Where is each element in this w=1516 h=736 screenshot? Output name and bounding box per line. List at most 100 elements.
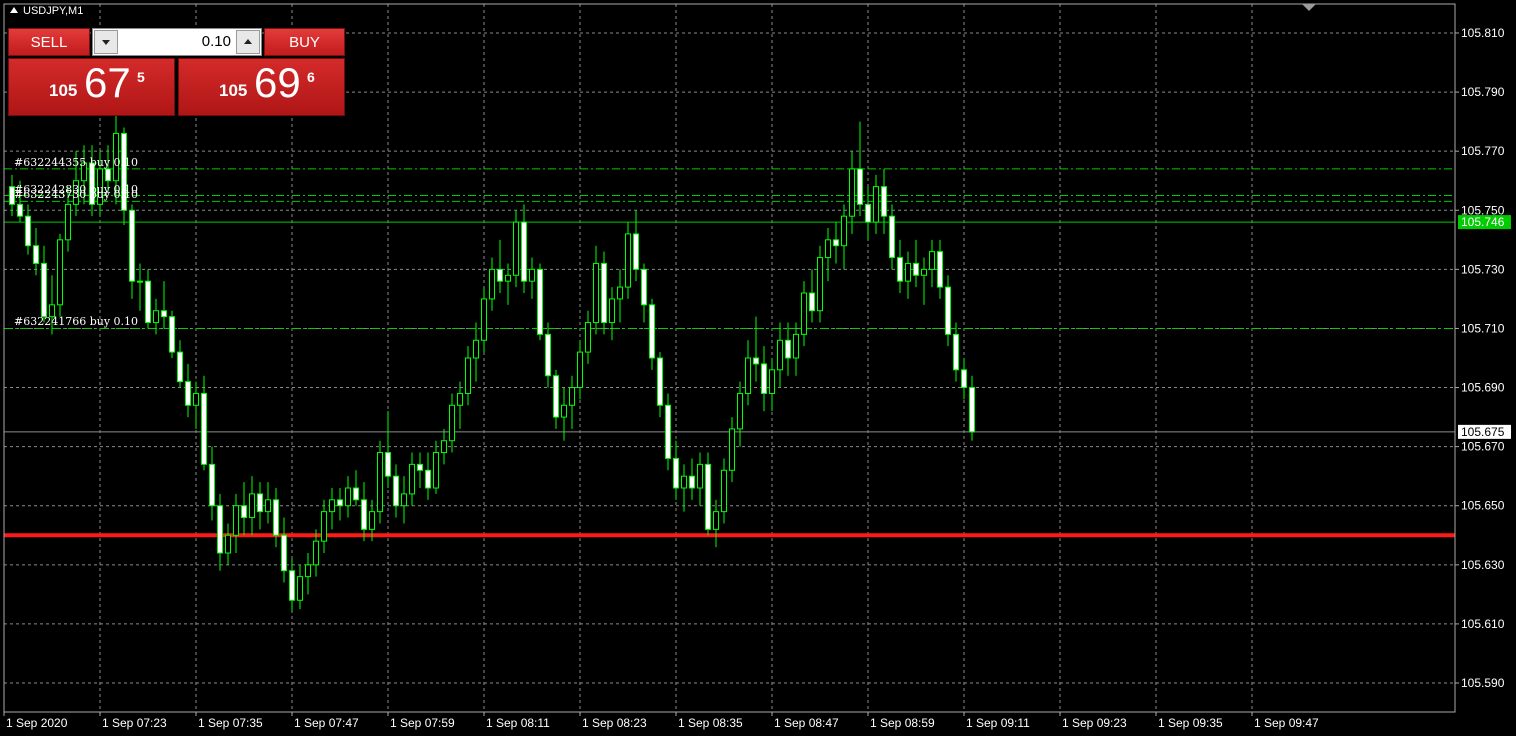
candle-body [233, 505, 239, 536]
lot-size-value[interactable]: 0.10 [202, 33, 231, 50]
candle-body [17, 203, 23, 217]
candle-body [729, 428, 735, 471]
candle-body [537, 268, 543, 335]
candle-body [873, 186, 879, 223]
sell-button[interactable]: SELL [8, 28, 90, 56]
one-click-trading-panel: SELL 0.10 BUY 105 67 5 105 69 6 [8, 28, 345, 116]
candle-body [337, 499, 343, 507]
bid-price-label: 105.675 [1461, 425, 1505, 439]
collapse-triangle-icon[interactable] [10, 7, 18, 13]
candle-body [641, 268, 647, 306]
candle-body [745, 357, 751, 394]
candle-body [809, 292, 815, 312]
candle-body [281, 534, 287, 572]
candle-body [601, 262, 607, 324]
candle-body [465, 357, 471, 394]
price-axis: 105.810105.790105.770105.750105.730105.7… [1455, 26, 1511, 690]
ask-price-prefix: 105 [219, 81, 248, 100]
candle-body [153, 310, 159, 324]
bid-price-prefix: 105 [49, 81, 78, 100]
candle-body [345, 487, 351, 507]
candle-body [457, 392, 463, 406]
candle-body [129, 209, 135, 282]
candle-body [889, 215, 895, 259]
candle-body [801, 292, 807, 335]
lot-increase-icon[interactable] [236, 30, 260, 54]
candle-body [417, 463, 423, 471]
candle-body [673, 457, 679, 489]
order-label[interactable]: #632243730 buy 0.10 [14, 188, 138, 201]
lot-size-stepper[interactable]: 0.10 [92, 28, 262, 56]
ask-price-button[interactable]: 105 69 6 [178, 58, 345, 116]
candle-body [737, 392, 743, 430]
candle-body [265, 499, 271, 513]
candle-body [353, 487, 359, 501]
candle-body [393, 475, 399, 507]
candle-body [105, 168, 111, 182]
candlesticks [9, 115, 975, 613]
candle-body [825, 239, 831, 259]
candle-body [881, 186, 887, 217]
candle-body [433, 452, 439, 489]
price-levels [4, 168, 1455, 538]
order-label[interactable]: #632241766 buy 0.10 [14, 315, 138, 328]
candle-body [705, 463, 711, 530]
candle-body [761, 363, 767, 394]
candle-body [273, 499, 279, 536]
x-tick-label: 1 Sep 09:11 [966, 716, 1030, 730]
order-label[interactable]: #632244355 buy 0.10 [14, 156, 138, 169]
candle-body [841, 215, 847, 247]
y-tick-label: 105.650 [1461, 499, 1505, 513]
symbol-title-text: USDJPY,M1 [23, 5, 84, 17]
candle-body [665, 404, 671, 459]
candle-body [385, 452, 391, 477]
y-tick-label: 105.730 [1461, 262, 1505, 276]
candle-body [305, 564, 311, 578]
candle-body [721, 469, 727, 513]
lot-decrease-icon[interactable] [94, 30, 118, 54]
candle-body [649, 304, 655, 359]
candle-body [41, 262, 47, 318]
candle-body [777, 339, 783, 371]
candle-body [569, 387, 575, 406]
candle-body [633, 233, 639, 270]
y-tick-label: 105.710 [1461, 321, 1505, 335]
candle-body [177, 351, 183, 383]
candle-body [793, 333, 799, 359]
x-tick-label: 1 Sep 08:47 [774, 716, 839, 730]
candle-body [449, 404, 455, 442]
x-tick-label: 1 Sep 09:35 [1158, 716, 1223, 730]
candle-body [585, 322, 591, 353]
x-tick-label: 1 Sep 07:47 [294, 716, 359, 730]
candle-body [33, 245, 39, 264]
buy-button[interactable]: BUY [264, 28, 345, 56]
candle-body [553, 375, 559, 418]
candle-body [489, 268, 495, 300]
candle-body [257, 493, 263, 513]
candle-body [961, 369, 967, 389]
bid-price-button[interactable]: 105 67 5 [8, 58, 175, 116]
candle-body [857, 168, 863, 205]
x-tick-label: 1 Sep 08:11 [486, 716, 550, 730]
candle-body [65, 203, 71, 241]
time-axis: 1 Sep 2020 1 Sep 07:23 1 Sep 07:35 1 Sep 07… [3, 712, 1319, 730]
x-tick-label: 1 Sep 09:47 [1254, 716, 1319, 730]
candle-body [905, 262, 911, 282]
candle-body [561, 404, 567, 418]
ask-price-label: 105.746 [1461, 215, 1505, 229]
x-tick-label: 1 Sep 2020 [6, 716, 68, 730]
y-tick-label: 105.610 [1461, 617, 1505, 631]
candle-body [513, 221, 519, 276]
candle-body [833, 239, 839, 247]
candle-body [193, 392, 199, 406]
y-tick-label: 105.670 [1461, 440, 1505, 454]
candle-body [529, 268, 535, 282]
candle-body [681, 475, 687, 489]
candle-body [545, 333, 551, 377]
candle-body [57, 239, 63, 306]
candle-body [249, 493, 255, 519]
y-tick-label: 105.630 [1461, 558, 1505, 572]
candle-body [713, 511, 719, 530]
y-tick-label: 105.810 [1461, 26, 1505, 40]
candle-body [169, 316, 175, 353]
